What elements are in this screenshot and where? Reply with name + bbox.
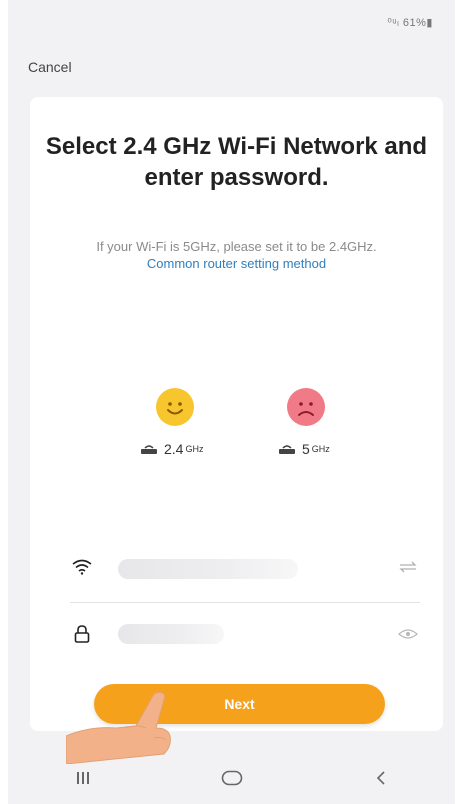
band-value: 5: [302, 441, 310, 457]
status-bar: ⁰ᵘₗ 61%▮: [387, 16, 433, 29]
android-nav-bar: [8, 752, 455, 804]
sad-face-icon: [286, 387, 326, 427]
router-icon: [141, 445, 157, 454]
band-5ghz: 5 GHz: [278, 441, 330, 457]
password-field[interactable]: [70, 614, 422, 654]
password-value: [118, 624, 224, 644]
field-divider: [70, 602, 420, 603]
lock-icon: [74, 625, 90, 643]
home-icon[interactable]: [212, 763, 252, 793]
happy-face-icon: [155, 387, 195, 427]
phone-screen: ⁰ᵘₗ 61%▮ Cancel Select 2.4 GHz Wi-Fi Net…: [8, 0, 455, 804]
band-unit: GHz: [185, 444, 204, 454]
band-2-4ghz: 2.4 GHz: [140, 441, 203, 457]
back-icon[interactable]: [361, 763, 401, 793]
wifi-name-value: [118, 559, 298, 579]
cancel-button[interactable]: Cancel: [28, 59, 72, 75]
wifi-name-field[interactable]: [70, 547, 422, 587]
eye-icon[interactable]: [398, 628, 418, 640]
switch-network-icon[interactable]: [398, 561, 418, 573]
wifi-icon: [72, 559, 92, 575]
band-value: 2.4: [164, 441, 184, 457]
band-unit: GHz: [311, 444, 330, 454]
hint-text: If your Wi-Fi is 5GHz, please set it to …: [96, 239, 377, 254]
router-setting-link[interactable]: Common router setting method: [147, 256, 326, 271]
wifi-setup-card: Select 2.4 GHz Wi-Fi Network and enter p…: [30, 97, 443, 731]
page-title: Select 2.4 GHz Wi-Fi Network and enter p…: [45, 133, 428, 191]
band-hint: If your Wi-Fi is 5GHz, please set it to …: [85, 238, 388, 272]
status-text: ⁰ᵘₗ 61%▮: [387, 17, 433, 29]
router-icon: [279, 445, 295, 454]
recents-icon[interactable]: [63, 763, 103, 793]
